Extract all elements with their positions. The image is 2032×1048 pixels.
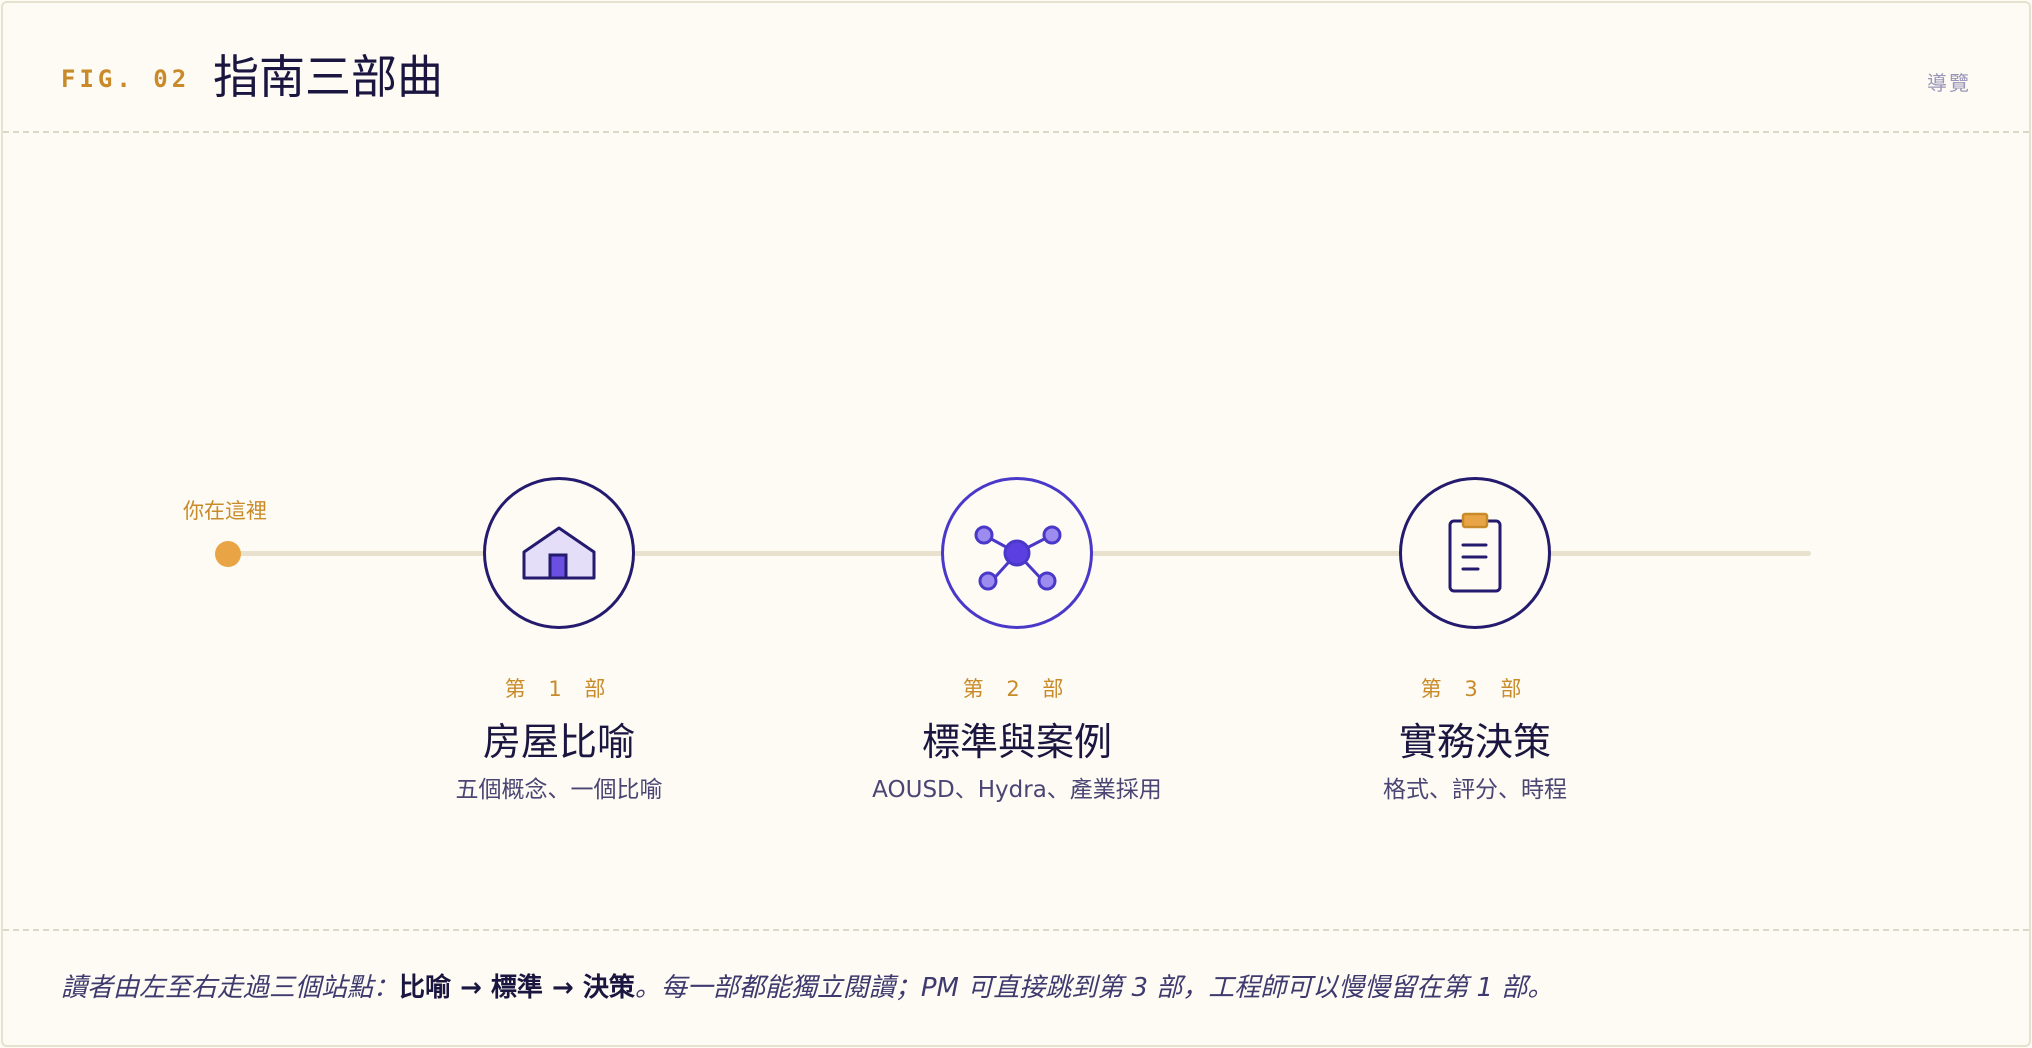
figure-frame: FIG. 02 指南三部曲 導覽 你在這裡 第 1 部 房屋比喻 五個概念、一個… <box>1 1 2031 1047</box>
caption-step-standard: 標準 <box>490 973 543 1003</box>
house-icon <box>522 526 596 580</box>
part-label: 第 3 部 <box>1420 677 1530 701</box>
station-title: 房屋比喻 <box>482 720 635 764</box>
caption-step-metaphor: 比喻 <box>399 973 452 1003</box>
station-description: 五個概念、一個比喻 <box>455 777 663 803</box>
part-label: 第 2 部 <box>962 677 1072 701</box>
station-circle[interactable] <box>941 477 1093 629</box>
figure-header: FIG. 02 指南三部曲 導覽 <box>3 3 2029 133</box>
caption-outro: 。每一部都能獨立閱讀；PM 可直接跳到第 3 部，工程師可以慢慢留在第 1 部。 <box>634 973 1554 1003</box>
caption-arrow: → <box>451 973 491 1003</box>
station-circle[interactable] <box>483 477 635 629</box>
figure-title: 指南三部曲 <box>213 50 443 104</box>
station-circle[interactable] <box>1399 477 1551 629</box>
current-position-label: 你在這裡 <box>183 499 267 523</box>
station-title: 實務決策 <box>1398 720 1551 764</box>
caption-step-decision: 決策 <box>582 973 635 1003</box>
part-label: 第 1 部 <box>504 677 614 701</box>
caption-text: 讀者由左至右走過三個站點：比喻 → 標準 → 決策。每一部都能獨立閱讀；PM 可… <box>61 967 1553 1004</box>
figure-caption: 讀者由左至右走過三個站點：比喻 → 標準 → 決策。每一部都能獨立閱讀；PM 可… <box>3 929 2029 1047</box>
station-part-2[interactable]: 第 2 部 標準與案例 AOUSD、Hydra、產業採用 <box>807 477 1227 804</box>
current-position-dot <box>215 541 241 567</box>
figure-number: FIG. 02 <box>61 65 191 93</box>
station-part-3[interactable]: 第 3 部 實務決策 格式、評分、時程 <box>1265 477 1685 804</box>
station-description: AOUSD、Hydra、產業採用 <box>872 777 1162 803</box>
clipboard-icon <box>1448 512 1502 593</box>
station-description: 格式、評分、時程 <box>1383 777 1567 803</box>
caption-intro: 讀者由左至右走過三個站點： <box>61 973 400 1003</box>
network-icon <box>974 525 1062 591</box>
station-part-1[interactable]: 第 1 部 房屋比喻 五個概念、一個比喻 <box>349 477 769 804</box>
caption-arrow: → <box>542 973 583 1003</box>
station-title: 標準與案例 <box>921 720 1112 764</box>
nav-link[interactable]: 導覽 <box>1927 67 1971 96</box>
